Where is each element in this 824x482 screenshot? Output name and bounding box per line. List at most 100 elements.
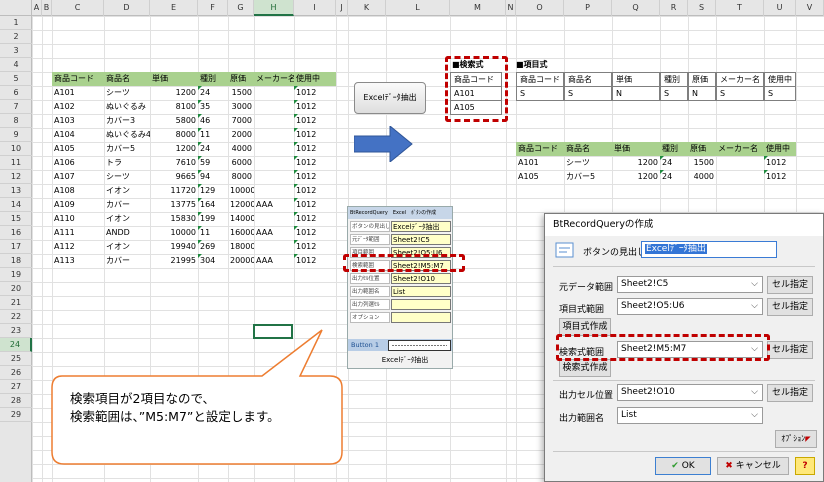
row-header-1[interactable]: 1 <box>0 16 32 30</box>
product-table-cell[interactable]: AAA <box>254 198 294 212</box>
column-header-Q[interactable]: Q <box>612 0 660 16</box>
product-table-cell[interactable]: A102 <box>52 100 104 114</box>
column-header-P[interactable]: P <box>564 0 612 16</box>
product-table-cell[interactable]: 1012 <box>294 86 336 100</box>
product-table-cell[interactable]: 1500 <box>228 86 254 100</box>
product-table-cell[interactable]: 94 <box>198 170 228 184</box>
item-formula-header[interactable]: 使用中 <box>764 72 796 87</box>
result-table-header-cell[interactable]: 使用中 <box>764 142 796 156</box>
row-header-21[interactable]: 21 <box>0 296 32 310</box>
product-table-cell[interactable]: A101 <box>52 86 104 100</box>
result-table-header-cell[interactable]: 商品名 <box>564 142 612 156</box>
product-table-cell[interactable]: AAA <box>254 226 294 240</box>
product-table-cell[interactable]: イオン <box>104 212 150 226</box>
source-range-select[interactable]: Sheet2!C5 ⌵ <box>617 276 763 293</box>
product-table-cell[interactable]: 199 <box>198 212 228 226</box>
row-header-6[interactable]: 6 <box>0 86 32 100</box>
result-table-cell[interactable]: 24 <box>660 156 688 170</box>
row-header-8[interactable]: 8 <box>0 114 32 128</box>
product-table-cell[interactable]: 1012 <box>294 240 336 254</box>
excel-extract-button[interactable]: Excelﾃﾞｰﾀ抽出 <box>354 82 426 114</box>
row-header-5[interactable]: 5 <box>0 72 32 86</box>
item-formula-header[interactable]: 原価 <box>688 72 716 87</box>
row-header-16[interactable]: 16 <box>0 226 32 240</box>
product-table-cell[interactable]: 1012 <box>294 184 336 198</box>
product-table-header-cell[interactable]: 商品コード <box>52 72 104 86</box>
result-table-header-cell[interactable]: メーカー名 <box>716 142 764 156</box>
result-table-cell[interactable]: 1012 <box>764 156 796 170</box>
product-table-cell[interactable]: 16000 <box>228 226 254 240</box>
product-table-cell[interactable] <box>254 142 294 156</box>
product-table-cell[interactable]: ANDD <box>104 226 150 240</box>
option-button[interactable]: ｵﾌﾟｼｮﾝ◤ <box>775 430 817 448</box>
product-table-cell[interactable]: 19940 <box>150 240 198 254</box>
column-header-B[interactable]: B <box>42 0 52 16</box>
result-table-header-cell[interactable]: 種別 <box>660 142 688 156</box>
result-table-cell[interactable]: A105 <box>516 170 564 184</box>
result-table-cell[interactable]: A101 <box>516 156 564 170</box>
item-formula-header[interactable]: 単価 <box>612 72 660 87</box>
row-header-20[interactable]: 20 <box>0 282 32 296</box>
active-cell[interactable] <box>253 324 293 339</box>
row-header-29[interactable]: 29 <box>0 408 32 422</box>
product-table-cell[interactable]: 18000 <box>228 240 254 254</box>
product-table-cell[interactable] <box>254 212 294 226</box>
product-table-cell[interactable]: 12000 <box>228 198 254 212</box>
product-table-cell[interactable]: 35 <box>198 100 228 114</box>
source-cell-button[interactable]: セル指定 <box>767 276 813 294</box>
product-table-cell[interactable]: A105 <box>52 142 104 156</box>
result-table-cell[interactable]: 4000 <box>688 170 716 184</box>
row-header-26[interactable]: 26 <box>0 366 32 380</box>
column-header-J[interactable]: J <box>336 0 348 16</box>
row-header-11[interactable]: 11 <box>0 156 32 170</box>
row-header-19[interactable]: 19 <box>0 268 32 282</box>
result-table-cell[interactable]: シーツ <box>564 156 612 170</box>
item-formula-header[interactable]: 種別 <box>660 72 688 87</box>
row-header-14[interactable]: 14 <box>0 198 32 212</box>
result-table-cell[interactable]: 1012 <box>764 170 796 184</box>
item-formula-value[interactable]: S <box>660 86 688 101</box>
product-table-cell[interactable]: ぬいぐるみ <box>104 100 150 114</box>
product-table-cell[interactable]: A112 <box>52 240 104 254</box>
column-header-A[interactable]: A <box>32 0 42 16</box>
result-table-cell[interactable]: 1200 <box>612 156 660 170</box>
product-table-cell[interactable]: A111 <box>52 226 104 240</box>
product-table-cell[interactable]: A113 <box>52 254 104 268</box>
product-table-cell[interactable] <box>254 128 294 142</box>
product-table-cell[interactable]: 1012 <box>294 198 336 212</box>
column-header-N[interactable]: N <box>506 0 516 16</box>
product-table-cell[interactable]: カバー5 <box>104 142 150 156</box>
product-table-cell[interactable]: 4000 <box>228 142 254 156</box>
product-table-header-cell[interactable]: 使用中 <box>294 72 336 86</box>
product-table-cell[interactable]: 1200 <box>150 86 198 100</box>
ok-button[interactable]: ✔ OK <box>655 457 711 475</box>
product-table-cell[interactable]: AAA <box>254 254 294 268</box>
product-table-cell[interactable]: イオン <box>104 240 150 254</box>
result-table-cell[interactable]: 24 <box>660 170 688 184</box>
product-table-cell[interactable] <box>254 114 294 128</box>
select-all-corner[interactable] <box>0 0 32 16</box>
output-cell-select[interactable]: Sheet2!O10 ⌵ <box>617 384 763 401</box>
product-table-cell[interactable]: 24 <box>198 86 228 100</box>
product-table-header-cell[interactable]: メーカー名 <box>254 72 294 86</box>
row-header-17[interactable]: 17 <box>0 240 32 254</box>
product-table-cell[interactable] <box>254 86 294 100</box>
product-table-cell[interactable]: 1012 <box>294 156 336 170</box>
product-table-cell[interactable]: 1012 <box>294 128 336 142</box>
item-formula-header[interactable]: 商品コード <box>516 72 564 87</box>
product-table-cell[interactable]: カバー <box>104 198 150 212</box>
result-table-header-cell[interactable]: 単価 <box>612 142 660 156</box>
column-header-O[interactable]: O <box>516 0 564 16</box>
column-header-E[interactable]: E <box>150 0 198 16</box>
column-header-C[interactable]: C <box>52 0 104 16</box>
column-header-H[interactable]: H <box>254 0 294 16</box>
column-header-K[interactable]: K <box>348 0 386 16</box>
product-table-cell[interactable]: 3000 <box>228 100 254 114</box>
item-formula-value[interactable]: S <box>516 86 564 101</box>
help-button[interactable]: ? <box>795 457 815 475</box>
product-table-cell[interactable]: トラ <box>104 156 150 170</box>
product-table-cell[interactable]: 8000 <box>228 170 254 184</box>
row-header-9[interactable]: 9 <box>0 128 32 142</box>
product-table-cell[interactable]: 13775 <box>150 198 198 212</box>
product-table-cell[interactable]: 304 <box>198 254 228 268</box>
